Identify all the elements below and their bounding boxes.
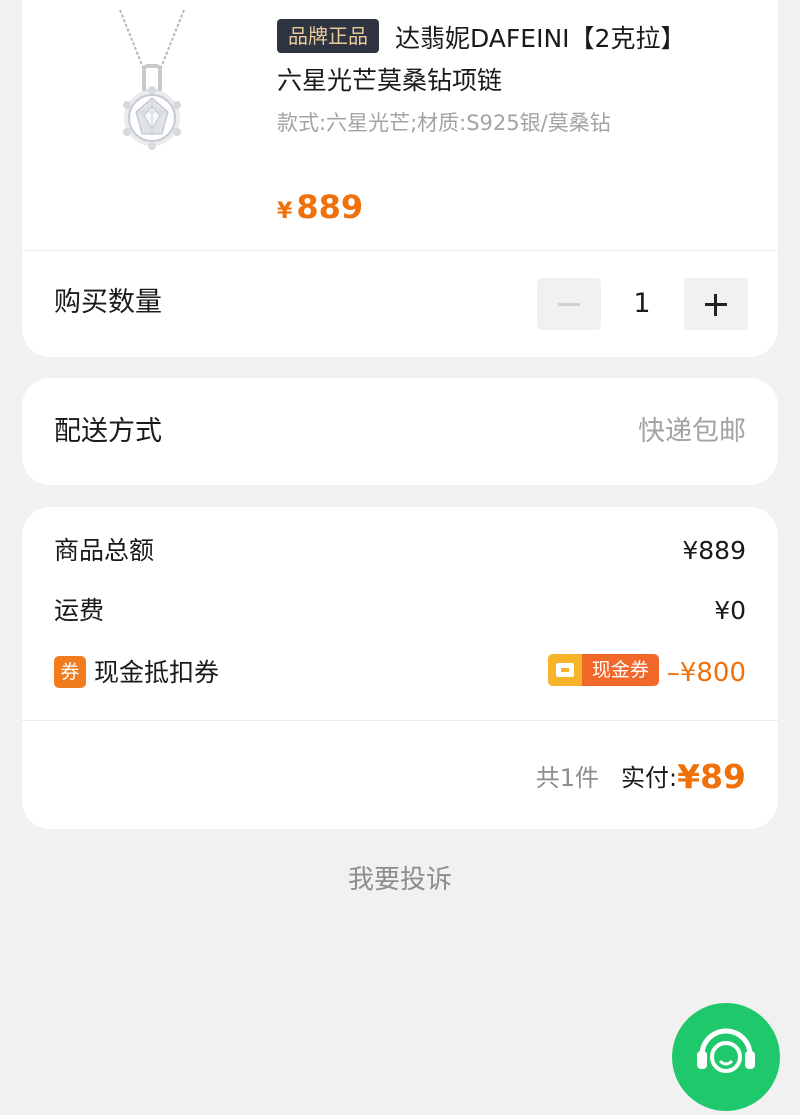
divider xyxy=(22,250,778,251)
discount-value: –¥800 xyxy=(666,658,746,688)
product-title[interactable]: 品牌正品 达翡妮DAFEINI【2克拉】 xyxy=(277,18,757,60)
headset-icon xyxy=(697,1028,755,1073)
ticket-icon xyxy=(547,654,582,686)
delivery-value: 快递包邮 xyxy=(638,416,746,447)
coupon-badge-icon: 券 xyxy=(54,656,86,688)
delivery-label: 配送方式 xyxy=(54,416,162,447)
total-label: 实付: xyxy=(621,764,678,792)
complaint-link[interactable]: 我要投诉 xyxy=(0,860,800,900)
minus-icon xyxy=(558,302,580,306)
coupon-row[interactable]: 券现金抵扣券 现金券 –¥800 xyxy=(54,653,746,693)
shipping-label: 运费 xyxy=(54,596,105,625)
shipping-row: 运费 ¥0 xyxy=(54,591,746,631)
product-title-line2: 六星光芒莫桑钻项链 xyxy=(277,66,503,95)
product-title-line1: 达翡妮DAFEINI【2克拉】 xyxy=(395,24,686,53)
delivery-card[interactable]: 配送方式 快递包邮 xyxy=(22,378,778,485)
product-info: 品牌正品 达翡妮DAFEINI【2克拉】 六星光芒莫桑钻项链 款式:六星光芒;材质… xyxy=(277,18,757,140)
product-card: 品牌正品 达翡妮DAFEINI【2克拉】 六星光芒莫桑钻项链 款式:六星光芒;材质… xyxy=(22,0,778,357)
quantity-value[interactable]: 1 xyxy=(622,284,662,324)
coupon-row-left: 券现金抵扣券 xyxy=(54,653,219,693)
total-count: 共1件 xyxy=(535,764,600,792)
product-spec: 款式:六星光芒;材质:S925银/莫桑钻 xyxy=(277,111,611,135)
price-currency: ¥ xyxy=(277,199,293,224)
quantity-label: 购买数量 xyxy=(54,287,162,318)
brand-tag: 品牌正品 xyxy=(277,19,379,53)
price-amount: 889 xyxy=(296,188,364,226)
product-image[interactable] xyxy=(92,9,212,170)
subtotal-label: 商品总额 xyxy=(54,536,155,565)
cash-coupon-tag[interactable]: 现金券 xyxy=(547,654,659,686)
product-price: ¥889 xyxy=(277,188,363,226)
cash-coupon-label: 现金券 xyxy=(591,659,649,681)
quantity-increase-button[interactable] xyxy=(684,278,748,330)
total-amount: ¥89 xyxy=(677,757,746,796)
necklace-pendant-icon xyxy=(119,9,185,150)
total-line: 共1件 实付:¥89 xyxy=(536,757,746,798)
order-summary-card: 商品总额 ¥889 运费 ¥0 券现金抵扣券 现金券 –¥800 共1件 实付:¥… xyxy=(22,507,778,829)
customer-service-button[interactable] xyxy=(672,1003,780,1111)
shipping-value: ¥0 xyxy=(714,596,746,625)
subtotal-value: ¥889 xyxy=(682,536,746,565)
quantity-decrease-button[interactable] xyxy=(537,278,601,330)
coupon-row-right: 现金券 –¥800 xyxy=(547,653,746,693)
coupon-label: 现金抵扣券 xyxy=(94,658,220,687)
divider xyxy=(22,720,778,721)
subtotal-row: 商品总额 ¥889 xyxy=(54,531,746,571)
